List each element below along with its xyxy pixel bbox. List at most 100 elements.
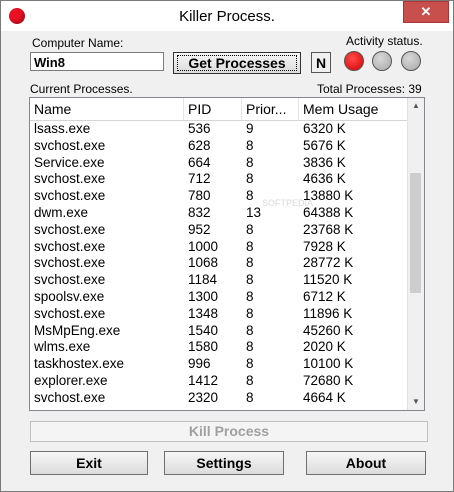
process-priority-cell: 13 [246, 204, 262, 220]
process-list-header: Name PID Prior... Mem Usage [30, 98, 410, 121]
process-priority-cell: 8 [246, 238, 254, 254]
process-name-cell: taskhostex.exe [34, 356, 125, 372]
process-mem-cell: 6712 K [303, 288, 346, 304]
settings-button[interactable]: Settings [164, 451, 284, 475]
app-window: Killer Process. ✕ Computer Name: Win8 Ge… [0, 0, 454, 492]
table-row[interactable]: dwm.exe 832 13 64388 K [30, 205, 410, 222]
table-row[interactable]: Service.exe 664 8 3836 K [30, 155, 410, 172]
process-priority-cell: 8 [246, 305, 254, 321]
process-priority-cell: 8 [246, 288, 254, 304]
computer-name-input[interactable]: Win8 [30, 52, 164, 71]
process-name-cell: svchost.exe [34, 137, 106, 153]
process-name-cell: explorer.exe [34, 372, 108, 388]
process-pid-cell: 1068 [188, 255, 219, 271]
process-priority-cell: 8 [246, 322, 254, 338]
process-mem-cell: 2020 K [303, 339, 346, 355]
activity-light-3 [401, 51, 421, 71]
table-row[interactable]: spoolsv.exe 1300 8 6712 K [30, 289, 410, 306]
process-priority-cell: 8 [246, 221, 254, 237]
column-header-name[interactable]: Name [30, 98, 184, 120]
scroll-up-icon[interactable]: ▲ [408, 98, 424, 114]
activity-status-label: Activity status. [346, 34, 423, 48]
process-pid-cell: 2320 [188, 389, 219, 405]
process-mem-cell: 64388 K [303, 204, 354, 220]
process-mem-cell: 10100 K [303, 356, 354, 372]
exit-button[interactable]: Exit [30, 451, 148, 475]
vertical-scrollbar[interactable]: ▲ ▼ [407, 98, 424, 410]
current-processes-label: Current Processes. [30, 82, 133, 96]
process-name-cell: svchost.exe [34, 171, 106, 187]
process-pid-cell: 1540 [188, 322, 219, 338]
table-row[interactable]: svchost.exe 1068 8 28772 K [30, 255, 410, 272]
process-priority-cell: 8 [246, 389, 254, 405]
process-pid-cell: 1580 [188, 339, 219, 355]
process-name-cell: svchost.exe [34, 272, 106, 288]
process-priority-cell: 8 [246, 255, 254, 271]
process-name-cell: lsass.exe [34, 121, 91, 136]
process-pid-cell: 536 [188, 121, 211, 136]
window-title: Killer Process. [179, 8, 275, 25]
process-mem-cell: 72680 K [303, 372, 354, 388]
get-processes-button[interactable]: Get Processes [173, 52, 301, 74]
table-row[interactable]: svchost.exe 1184 8 11520 K [30, 272, 410, 289]
get-processes-label: Get Processes [177, 55, 297, 71]
process-priority-cell: 8 [246, 339, 254, 355]
process-list[interactable]: Name PID Prior... Mem Usage SOFTPEDIA ls… [29, 97, 425, 411]
table-row[interactable]: wlms.exe 1580 8 2020 K [30, 339, 410, 356]
process-priority-cell: 8 [246, 188, 254, 204]
table-row[interactable]: lsass.exe 536 9 6320 K [30, 121, 410, 138]
process-mem-cell: 4636 K [303, 171, 346, 187]
process-mem-cell: 11896 K [303, 305, 353, 321]
process-name-cell: MsMpEng.exe [34, 322, 121, 338]
process-mem-cell: 4664 K [303, 389, 346, 405]
column-header-mem-usage[interactable]: Mem Usage [299, 98, 410, 120]
process-mem-cell: 13880 K [303, 188, 354, 204]
process-mem-cell: 7928 K [303, 238, 346, 254]
activity-light-1 [344, 51, 364, 71]
table-row[interactable]: svchost.exe 1348 8 11896 K [30, 306, 410, 323]
process-name-cell: svchost.exe [34, 238, 106, 254]
table-row[interactable]: svchost.exe 2320 8 4664 K [30, 390, 410, 407]
about-button[interactable]: About [306, 451, 426, 475]
process-pid-cell: 996 [188, 356, 211, 372]
n-indicator[interactable]: N [311, 52, 331, 73]
table-row[interactable]: MsMpEng.exe 1540 8 45260 K [30, 323, 410, 340]
process-pid-cell: 1412 [188, 372, 219, 388]
table-row[interactable]: explorer.exe 1412 8 72680 K [30, 373, 410, 390]
process-pid-cell: 1348 [188, 305, 219, 321]
table-row[interactable]: svchost.exe 628 8 5676 K [30, 138, 410, 155]
process-pid-cell: 628 [188, 137, 211, 153]
table-row[interactable]: svchost.exe 712 8 4636 K [30, 171, 410, 188]
process-pid-cell: 780 [188, 188, 211, 204]
process-pid-cell: 1000 [188, 238, 219, 254]
process-name-cell: spoolsv.exe [34, 288, 105, 304]
process-priority-cell: 9 [246, 121, 254, 136]
process-name-cell: svchost.exe [34, 255, 106, 271]
process-priority-cell: 8 [246, 372, 254, 388]
total-processes-label: Total Processes: 39 [317, 82, 422, 96]
process-mem-cell: 23768 K [303, 221, 354, 237]
close-button[interactable]: ✕ [403, 1, 449, 23]
kill-process-button[interactable]: Kill Process [30, 421, 428, 442]
process-name-cell: svchost.exe [34, 188, 106, 204]
process-pid-cell: 1184 [188, 272, 218, 288]
process-priority-cell: 8 [246, 171, 254, 187]
process-name-cell: Service.exe [34, 154, 105, 170]
process-priority-cell: 8 [246, 137, 254, 153]
process-name-cell: wlms.exe [34, 339, 91, 355]
process-mem-cell: 5676 K [303, 137, 346, 153]
process-mem-cell: 3836 K [303, 154, 346, 170]
table-row[interactable]: svchost.exe 1000 8 7928 K [30, 239, 410, 256]
scroll-down-icon[interactable]: ▼ [408, 394, 424, 410]
table-row[interactable]: svchost.exe 952 8 23768 K [30, 222, 410, 239]
table-row[interactable]: taskhostex.exe 996 8 10100 K [30, 356, 410, 373]
process-priority-cell: 8 [246, 154, 254, 170]
process-name-cell: svchost.exe [34, 221, 106, 237]
process-pid-cell: 832 [188, 204, 211, 220]
column-header-priority[interactable]: Prior... [242, 98, 299, 120]
process-mem-cell: 28772 K [303, 255, 354, 271]
scrollbar-thumb[interactable] [410, 173, 421, 293]
title-bar: Killer Process. ✕ [1, 1, 453, 31]
table-row[interactable]: svchost.exe 780 8 13880 K [30, 188, 410, 205]
column-header-pid[interactable]: PID [184, 98, 242, 120]
